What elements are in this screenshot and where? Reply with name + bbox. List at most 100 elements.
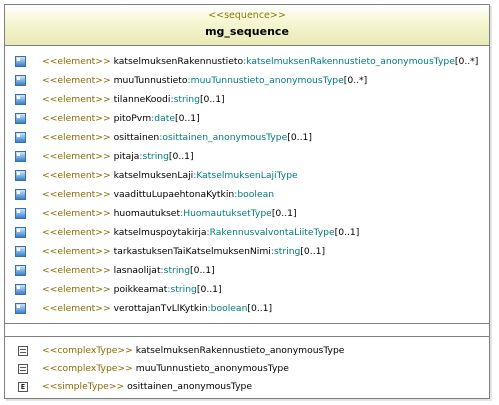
element-row[interactable]: <<element>> poikkeamat:string[0..1] — [5, 280, 489, 299]
element-name: pitoPvm — [113, 113, 152, 124]
element-row[interactable]: <<element>> osittainen:osittainen_anonym… — [5, 128, 489, 147]
element-icon — [15, 132, 26, 143]
element-multiplicity: [0..*] — [454, 56, 479, 67]
element-multiplicity: [0..1] — [174, 113, 200, 124]
element-multiplicity: [0..1] — [168, 151, 194, 162]
nested-type-row[interactable]: <<complexType>> muuTunnustieto_anonymous… — [5, 360, 489, 378]
element-multiplicity: [0..1] — [190, 265, 215, 276]
element-stereotype: <<element>> — [42, 246, 111, 257]
class-header: <<sequence>> mg_sequence — [5, 5, 489, 46]
element-type: osittainen_anonymousType — [162, 132, 288, 143]
element-name: osittainen — [113, 132, 160, 143]
element-stereotype: <<element>> — [42, 170, 111, 181]
element-icon — [15, 284, 26, 295]
element-type: string — [142, 151, 169, 162]
element-name: katselmuspoytakirja — [113, 227, 207, 238]
simple-type-icon: E — [18, 382, 28, 392]
element-stereotype: <<element>> — [42, 284, 111, 295]
element-stereotype: <<element>> — [42, 189, 111, 200]
element-name: tilanneKoodi — [113, 94, 171, 105]
element-stereotype: <<element>> — [42, 113, 111, 124]
element-stereotype: <<element>> — [42, 208, 111, 219]
class-title: mg_sequence — [205, 25, 289, 38]
element-row[interactable]: <<element>> vaadittuLupaehtonaKytkin:boo… — [5, 185, 489, 204]
element-icon — [15, 113, 26, 124]
element-multiplicity: [0..1] — [196, 284, 222, 295]
element-row[interactable]: <<element>> huomautukset:HuomautuksetTyp… — [5, 204, 489, 223]
element-name: lasnaolijat — [113, 265, 161, 276]
complex-type-icon — [18, 364, 28, 374]
element-stereotype: <<element>> — [42, 56, 111, 67]
element-name: verottajanTvLlKytkin — [113, 303, 208, 314]
element-row[interactable]: <<element>> tilanneKoodi:string[0..1] — [5, 90, 489, 109]
element-multiplicity: [0..1] — [287, 132, 312, 143]
element-stereotype: <<element>> — [42, 75, 111, 86]
element-name: pitaja — [113, 151, 140, 162]
class-stereotype: <<sequence>> — [208, 10, 286, 21]
element-stereotype: <<element>> — [42, 94, 111, 105]
nested-type-stereotype: <<complexType>> — [42, 363, 133, 374]
element-stereotype: <<element>> — [42, 265, 111, 276]
nested-type-row[interactable]: <<complexType>> katselmuksenRakennustiet… — [5, 342, 489, 360]
complex-type-icon — [18, 346, 28, 356]
nested-type-stereotype: <<complexType>> — [42, 345, 133, 356]
element-icon — [15, 170, 26, 181]
element-type: muuTunnustieto_anonymousType — [190, 75, 344, 86]
element-multiplicity: [0..1] — [199, 94, 225, 105]
element-row[interactable]: <<element>> katselmuksenRakennustieto:ka… — [5, 52, 489, 71]
element-stereotype: <<element>> — [42, 227, 111, 238]
element-type: katselmuksenRakennustieto_anonymousType — [246, 56, 455, 67]
element-name: poikkeamat — [113, 284, 168, 295]
element-type: date — [154, 113, 175, 124]
element-row[interactable]: <<element>> muuTunnustieto:muuTunnustiet… — [5, 71, 489, 90]
nested-type-stereotype: <<simpleType>> — [42, 381, 125, 392]
element-row[interactable]: <<element>> katselmuksenLaji:Katselmukse… — [5, 166, 489, 185]
element-icon — [15, 227, 26, 238]
element-row[interactable]: <<element>> katselmuspoytakirja:Rakennus… — [5, 223, 489, 242]
nested-type-row[interactable]: E <<simpleType>> osittainen_anonymousTyp… — [5, 378, 489, 396]
element-name: muuTunnustieto — [113, 75, 188, 86]
element-multiplicity: [0..*] — [343, 75, 368, 86]
element-icon — [15, 208, 26, 219]
element-type: string — [173, 94, 200, 105]
element-stereotype: <<element>> — [42, 303, 111, 314]
element-row[interactable]: <<element>> tarkastuksenTaiKatselmuksenN… — [5, 242, 489, 261]
element-icon — [15, 56, 26, 67]
nested-type-name: osittainen_anonymousType — [127, 381, 253, 392]
element-multiplicity: [0..1] — [300, 246, 326, 257]
element-stereotype: <<element>> — [42, 132, 111, 143]
element-type: boolean — [237, 189, 275, 200]
compartment-divider — [5, 336, 489, 337]
element-type: HuomautuksetType — [183, 208, 272, 219]
element-name: katselmuksenLaji — [113, 170, 194, 181]
class-box: <<sequence>> mg_sequence <<element>> kat… — [4, 4, 490, 399]
element-icon — [15, 303, 26, 314]
element-icon — [15, 246, 26, 257]
element-stereotype: <<element>> — [42, 151, 111, 162]
element-icon — [15, 151, 26, 162]
nested-type-name: katselmuksenRakennustieto_anonymousType — [135, 345, 345, 356]
element-type: boolean — [210, 303, 248, 314]
element-multiplicity: [0..1] — [334, 227, 360, 238]
element-type: RakennusvalvontaLiiteType — [209, 227, 335, 238]
element-name: huomautukset — [113, 208, 181, 219]
element-name: vaadittuLupaehtonaKytkin — [113, 189, 235, 200]
element-type: string — [273, 246, 301, 257]
element-multiplicity: [0..1] — [247, 303, 273, 314]
element-type: KatselmuksenLajiType — [196, 170, 298, 181]
element-row[interactable]: <<element>> pitoPvm:date[0..1] — [5, 109, 489, 128]
element-name: katselmuksenRakennustieto — [113, 56, 244, 67]
nested-type-name: muuTunnustieto_anonymousType — [135, 363, 289, 374]
element-icon — [15, 94, 26, 105]
compartment-divider — [5, 323, 489, 324]
element-icon — [15, 265, 26, 276]
element-row[interactable]: <<element>> verottajanTvLlKytkin:boolean… — [5, 299, 489, 318]
element-type: string — [170, 284, 197, 295]
element-row[interactable]: <<element>> lasnaolijat:string[0..1] — [5, 261, 489, 280]
element-multiplicity: [0..1] — [271, 208, 297, 219]
element-name: tarkastuksenTaiKatselmuksenNimi — [113, 246, 271, 257]
element-icon — [15, 189, 26, 200]
element-row[interactable]: <<element>> pitaja:string[0..1] — [5, 147, 489, 166]
element-type: string — [163, 265, 191, 276]
element-icon — [15, 75, 26, 86]
